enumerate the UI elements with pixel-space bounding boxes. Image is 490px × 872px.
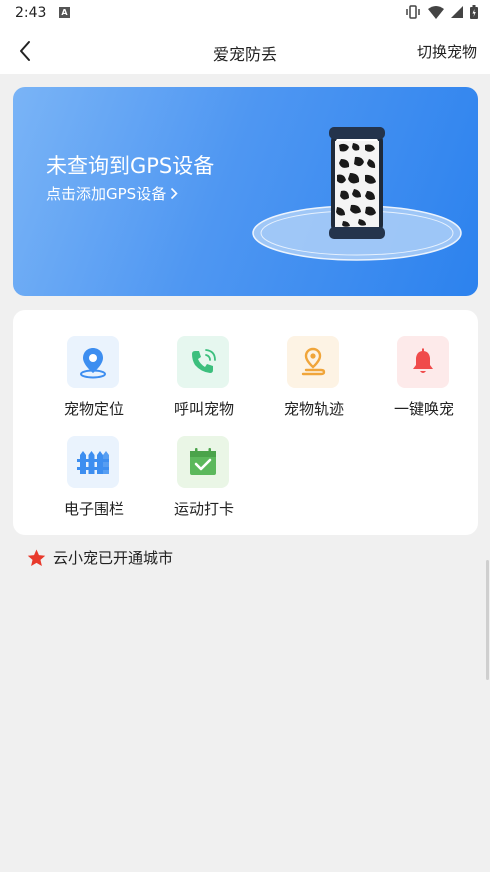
- feature-pet-track[interactable]: 宠物轨迹: [259, 336, 369, 428]
- feature-exercise-checkin[interactable]: 运动打卡: [149, 436, 259, 528]
- open-cities-label: 云小宠已开通城市: [53, 549, 174, 567]
- nav-bar: 爱宠防丢 切换宠物: [0, 28, 490, 74]
- notification-icon: A: [59, 7, 70, 18]
- feature-label: 一键唤宠: [393, 400, 454, 418]
- status-icons: [405, 5, 478, 19]
- add-gps-device-label: 点击添加GPS设备: [46, 185, 167, 203]
- gps-collar-illustration: [252, 127, 462, 261]
- chevron-right-icon: [171, 187, 178, 200]
- phone-call-icon: [177, 336, 229, 388]
- battery-icon: [470, 5, 478, 19]
- feature-geofence[interactable]: 电子围栏: [39, 436, 149, 528]
- feature-grid: 宠物定位 呼叫宠物 宠物轨迹 一键唤宠 电子围栏 运动打卡: [13, 310, 478, 535]
- feature-label: 宠物定位: [63, 400, 124, 418]
- switch-pet-button[interactable]: 切换宠物: [417, 41, 477, 62]
- add-gps-device-link[interactable]: 点击添加GPS设备: [46, 183, 178, 204]
- status-time: 2:43: [15, 5, 47, 21]
- wifi-icon: [428, 5, 444, 19]
- feature-pet-location[interactable]: 宠物定位: [39, 336, 149, 428]
- vibrate-icon: [406, 5, 420, 19]
- feature-summon-pet[interactable]: 一键唤宠: [369, 336, 479, 428]
- bell-icon: [397, 336, 449, 388]
- feature-label: 运动打卡: [173, 500, 234, 518]
- feature-call-pet[interactable]: 呼叫宠物: [149, 336, 259, 428]
- track-pin-icon: [287, 336, 339, 388]
- feature-label: 电子围栏: [63, 500, 124, 518]
- calendar-check-icon: [177, 436, 229, 488]
- fence-icon: [67, 436, 119, 488]
- star-icon: [27, 548, 46, 566]
- scrollbar[interactable]: [486, 560, 489, 680]
- signal-icon: [451, 6, 463, 18]
- feature-label: 宠物轨迹: [283, 400, 344, 418]
- feature-label: 呼叫宠物: [173, 400, 234, 418]
- status-bar: 2:43 A: [0, 0, 490, 28]
- banner-title: 未查询到GPS设备: [46, 154, 215, 178]
- open-cities-link[interactable]: 云小宠已开通城市: [27, 547, 173, 568]
- location-pin-icon: [67, 336, 119, 388]
- gps-device-banner[interactable]: 未查询到GPS设备 点击添加GPS设备: [13, 87, 478, 296]
